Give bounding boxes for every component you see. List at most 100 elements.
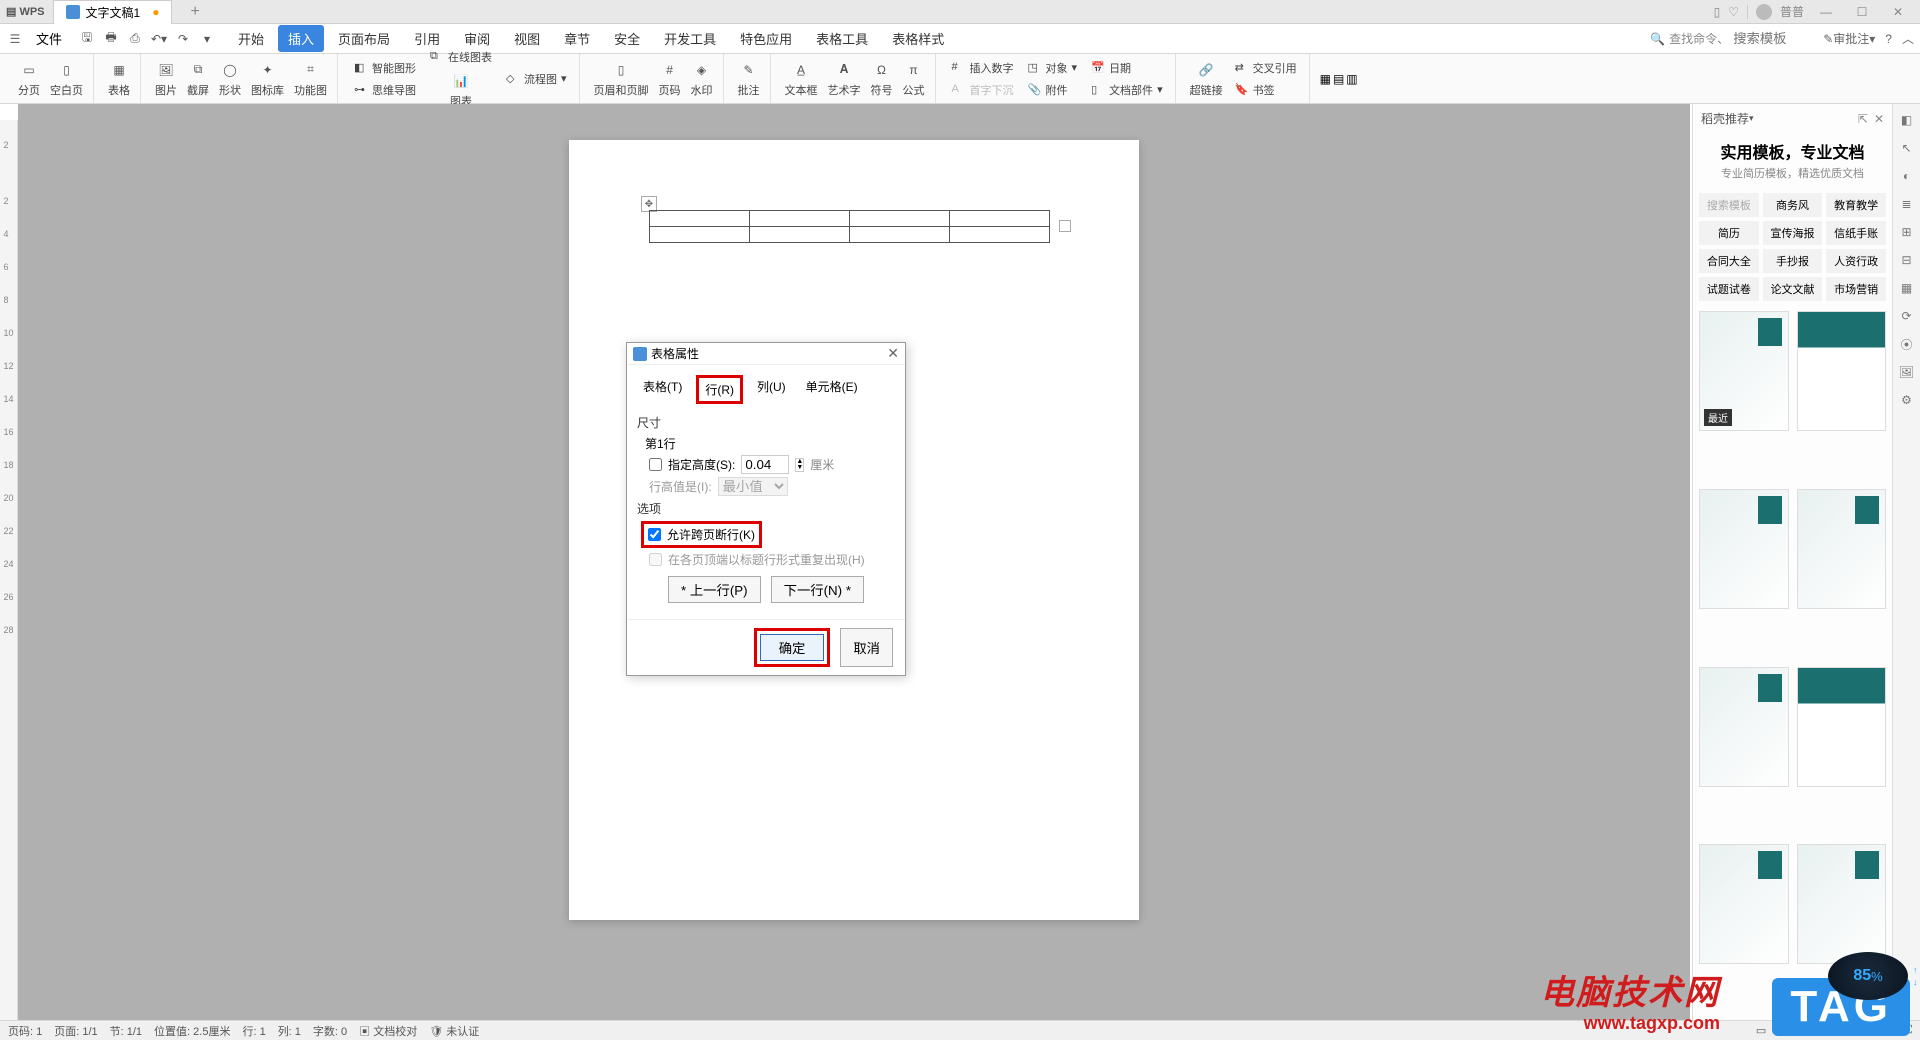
dialog-titlebar[interactable]: 表格属性 ✕ — [627, 343, 905, 365]
approve-button[interactable]: ✎审批注▾ — [1823, 30, 1875, 47]
cancel-button[interactable]: 取消 — [840, 628, 893, 667]
print-preview-icon[interactable]: ⎙ — [126, 30, 144, 48]
ribbon-extra-icon2[interactable]: ▤ — [1333, 72, 1344, 86]
template-thumb[interactable] — [1797, 667, 1887, 787]
filter-chip[interactable]: 宣传海报 — [1763, 221, 1823, 245]
template-thumb[interactable] — [1699, 844, 1789, 964]
filter-chip[interactable]: 试题试卷 — [1699, 277, 1759, 301]
status-position[interactable]: 位置值: 2.5厘米 — [154, 1023, 230, 1039]
print-direct-icon[interactable]: 🖶 — [102, 30, 120, 48]
style-icon[interactable]: ◐ — [1899, 168, 1915, 184]
filter-chip[interactable]: 搜索模板 — [1699, 193, 1759, 217]
save-icon[interactable]: 🖫 — [78, 30, 96, 48]
filter-chip[interactable]: 教育教学 — [1826, 193, 1886, 217]
status-line[interactable]: 行: 1 — [242, 1023, 265, 1039]
ribbon-extra-icon3[interactable]: ▥ — [1346, 72, 1357, 86]
user-avatar[interactable] — [1756, 4, 1772, 20]
table-resize-handle[interactable] — [1059, 220, 1071, 232]
ok-button[interactable]: 确定 — [760, 634, 825, 661]
dialog-close-button[interactable]: ✕ — [887, 345, 899, 362]
status-col[interactable]: 列: 1 — [278, 1023, 301, 1039]
object-button[interactable]: ◳对象▾ — [1022, 58, 1084, 78]
ribbon-tab-9[interactable]: 特色应用 — [730, 25, 802, 52]
ribbon-tab-1[interactable]: 插入 — [278, 25, 324, 52]
equation-button[interactable]: π公式 — [899, 57, 929, 101]
redo-icon[interactable]: ↷ — [174, 30, 192, 48]
flowchart-button[interactable]: ◇流程图▾ — [500, 69, 573, 89]
docparts-button[interactable]: ▯文档部件▾ — [1085, 80, 1169, 100]
dropcap-button[interactable]: A首字下沉 — [946, 80, 1020, 100]
backup-icon[interactable]: ⟳ — [1899, 308, 1915, 324]
page-number-button[interactable]: #页码 — [655, 57, 685, 101]
property-icon[interactable]: ⊞ — [1899, 224, 1915, 240]
image-side-icon[interactable]: 🖼 — [1899, 364, 1915, 380]
document-tab[interactable]: 文字文稿1 ● — [53, 0, 173, 24]
row-height-mode-select[interactable]: 最小值 — [718, 477, 788, 496]
filter-chip[interactable]: 市场营销 — [1826, 277, 1886, 301]
picture-button[interactable]: 🖼图片 — [151, 57, 181, 101]
panel-options-icon[interactable]: ⇱ — [1858, 112, 1868, 126]
help-side-icon[interactable]: ⦿ — [1899, 336, 1915, 352]
template-thumb[interactable] — [1699, 667, 1789, 787]
hamburger-icon[interactable]: ☰ — [6, 30, 24, 48]
filter-chip[interactable]: 信纸手账 — [1826, 221, 1886, 245]
pic-side-icon[interactable]: ▦ — [1899, 280, 1915, 296]
height-input[interactable] — [741, 455, 789, 474]
table-button[interactable]: ▦表格 — [104, 57, 134, 101]
command-search[interactable]: 🔍 查找命令、 — [1650, 30, 1813, 47]
ribbon-tab-7[interactable]: 安全 — [604, 25, 650, 52]
dialog-tab-cell[interactable]: 单元格(E) — [800, 375, 864, 404]
specify-height-checkbox[interactable] — [649, 458, 662, 471]
mindmap-button[interactable]: ⊶思维导图 — [348, 80, 422, 100]
filter-chip[interactable]: 商务风 — [1763, 193, 1823, 217]
qat-customize-icon[interactable]: ▾ — [198, 30, 216, 48]
template-thumb[interactable] — [1797, 844, 1887, 964]
settings-side-icon[interactable]: ⚙ — [1899, 392, 1915, 408]
outline-icon[interactable]: ≣ — [1899, 196, 1915, 212]
minimize-button[interactable]: — — [1812, 5, 1840, 19]
header-footer-button[interactable]: ▯页眉和页脚 — [590, 57, 653, 101]
view-page-icon[interactable]: ▭ — [1756, 1024, 1766, 1037]
prev-row-button[interactable]: * 上一行(P) — [668, 576, 761, 603]
smartart-button[interactable]: ◧智能图形 — [348, 58, 422, 78]
next-row-button[interactable]: 下一行(N) * — [771, 576, 864, 603]
collapse-ribbon-icon[interactable]: ︿ — [1902, 30, 1914, 47]
ribbon-extra-icon[interactable]: ▦ — [1320, 72, 1331, 86]
dialog-tab-row[interactable]: 行(R) — [696, 375, 743, 404]
insert-number-button[interactable]: #插入数字 — [946, 58, 1020, 78]
undo-icon[interactable]: ↶▾ — [150, 30, 168, 48]
bookmark-button[interactable]: 🔖书签 — [1229, 80, 1303, 100]
ribbon-tab-6[interactable]: 章节 — [554, 25, 600, 52]
panel-close-icon[interactable]: ✕ — [1874, 112, 1884, 126]
template-store-icon[interactable]: ◧ — [1899, 112, 1915, 128]
status-section[interactable]: 节: 1/1 — [110, 1023, 142, 1039]
template-grid[interactable]: 最近 — [1693, 305, 1892, 1020]
page-break-button[interactable]: ▭分页 — [14, 57, 44, 101]
textbox-button[interactable]: A̲文本框 — [781, 57, 822, 101]
height-spinner[interactable]: ▲▼ — [795, 458, 804, 472]
ribbon-tab-0[interactable]: 开始 — [228, 25, 274, 52]
ribbon-tab-11[interactable]: 表格样式 — [882, 25, 954, 52]
status-spellcheck[interactable]: ▣ 文档校对 — [359, 1023, 417, 1039]
status-pages[interactable]: 页面: 1/1 — [54, 1023, 97, 1039]
document-table[interactable] — [649, 210, 1050, 243]
select-icon[interactable]: ↖ — [1899, 140, 1915, 156]
file-menu[interactable]: 文件 — [26, 26, 72, 51]
ribbon-tab-2[interactable]: 页面布局 — [328, 25, 400, 52]
document-area[interactable]: ✥ 表格属性 ✕ 表格(T) 行(R) 列(U) 单元格(E) 尺寸 第1行 — [18, 104, 1690, 1020]
ribbon-tab-8[interactable]: 开发工具 — [654, 25, 726, 52]
ribbon-tab-5[interactable]: 视图 — [504, 25, 550, 52]
blank-page-button[interactable]: ▯空白页 — [46, 57, 87, 101]
template-thumb[interactable] — [1797, 489, 1887, 609]
template-thumb[interactable]: 最近 — [1699, 311, 1789, 431]
comment-button[interactable]: ✎批注 — [734, 57, 764, 101]
allow-page-break-checkbox[interactable] — [648, 528, 661, 541]
filter-chip[interactable]: 论文文献 — [1763, 277, 1823, 301]
dialog-tab-column[interactable]: 列(U) — [751, 375, 792, 404]
function-chart-button[interactable]: ⌗功能图 — [290, 57, 331, 101]
template-thumb[interactable] — [1699, 489, 1789, 609]
add-tab-button[interactable]: + — [180, 3, 209, 21]
badge-icon[interactable]: ▯ — [1714, 5, 1721, 19]
date-button[interactable]: 📅日期 — [1085, 58, 1169, 78]
screenshot-button[interactable]: ⧉截屏 — [183, 57, 213, 101]
